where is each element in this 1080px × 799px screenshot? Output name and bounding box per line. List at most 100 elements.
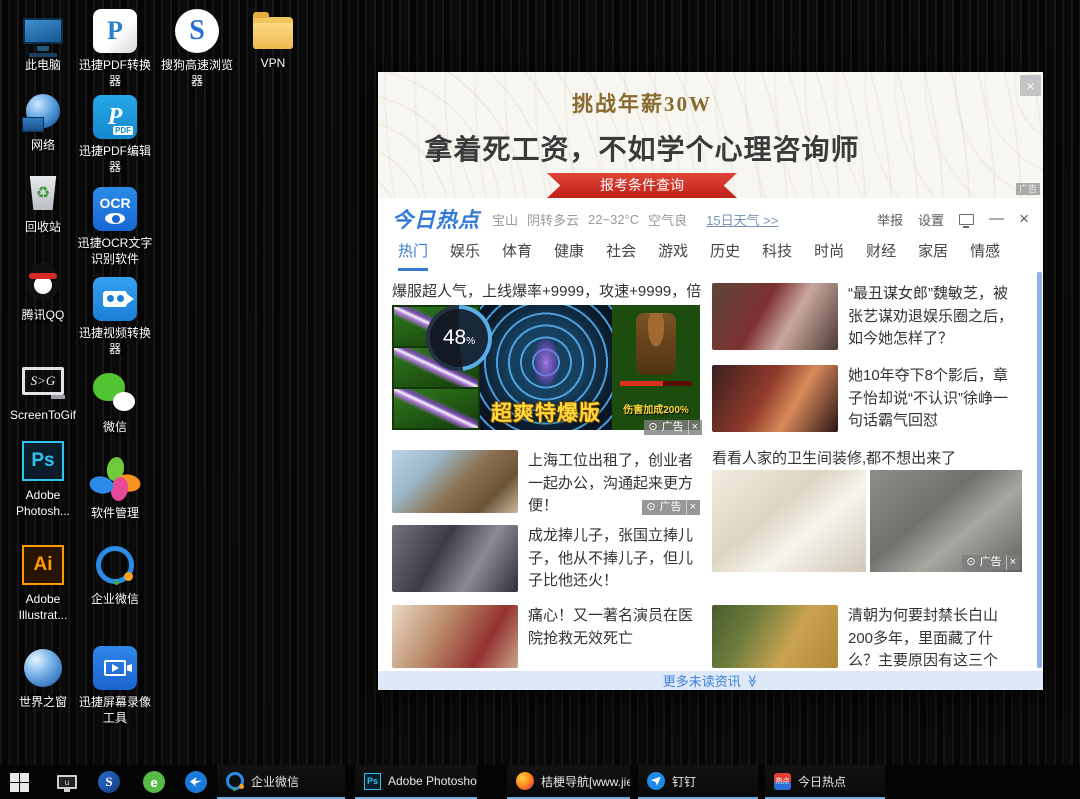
desktop-icon-video-converter[interactable]: 迅捷视频转换器 xyxy=(76,276,154,357)
network-icon xyxy=(20,88,66,134)
video-converter-icon xyxy=(92,276,138,322)
e-browser-icon: e xyxy=(143,771,165,793)
desktop-icon-screentogif[interactable]: S>G ScreenToGif xyxy=(0,358,86,424)
desktop-icon-wecom[interactable]: 企业微信 xyxy=(76,542,154,608)
tab-finance[interactable]: 财经 xyxy=(866,240,896,268)
desktop-icon-pdf-converter[interactable]: P 迅捷PDF转换器 xyxy=(76,8,154,89)
windows-logo-icon xyxy=(10,773,29,792)
chevron-down-icon: ≫ xyxy=(745,674,759,687)
task-button-dingtalk[interactable]: 钉钉 xyxy=(638,765,758,799)
ad-close-button[interactable]: × xyxy=(1020,75,1041,96)
firefox-icon xyxy=(516,772,534,790)
minimize-button[interactable]: — xyxy=(989,214,1004,224)
progress-unit: % xyxy=(466,336,475,347)
tab-tech[interactable]: 科技 xyxy=(762,240,792,268)
ad-dismiss-icon[interactable]: × xyxy=(1006,555,1016,570)
photoshop-icon: Ps xyxy=(364,773,381,790)
tab-health[interactable]: 健康 xyxy=(554,240,584,268)
desktop-icon-photoshop[interactable]: Ps Adobe Photosh... xyxy=(4,438,82,519)
news-item-wei-minzhi[interactable]: “最丑谋女郎”魏敏芝，被张艺谋劝退娱乐圈之后，如今她怎样了？ xyxy=(712,283,1022,351)
desktop-icon-network[interactable]: 网络 xyxy=(4,88,82,154)
game-ad-image[interactable]: 超爽特爆版 伤害加成200% 48% xyxy=(392,305,700,430)
desktop-icon-sogou-browser[interactable]: S 搜狗高速浏览器 xyxy=(158,8,236,89)
load-more-bar[interactable]: 更多未读资讯 ≫ xyxy=(378,671,1043,690)
desktop: 此电脑 网络 ♻ 回收站 腾讯QQ S>G ScreenToGif Ps Ado… xyxy=(0,0,1080,799)
news-title: 她10年夺下8个影后，章子怡却说“不认识”徐峥一句话霸气回怼 xyxy=(848,365,1022,433)
news-column-left: 爆服超人气，上线爆率+9999，攻速+9999，倍攻... 超爽特爆版 伤害加成… xyxy=(392,272,702,671)
icon-label: ScreenToGif xyxy=(10,408,76,424)
report-button[interactable]: 举报 xyxy=(877,210,903,229)
tab-emotion[interactable]: 情感 xyxy=(970,240,1000,268)
desktop-icon-software-manager[interactable]: 软件管理 xyxy=(76,456,154,522)
tab-entertainment[interactable]: 娱乐 xyxy=(450,240,480,268)
desktop-icon-recycle-bin[interactable]: ♻ 回收站 xyxy=(4,170,82,236)
desktop-icon-world-window[interactable]: 世界之窗 xyxy=(4,645,82,711)
tab-home[interactable]: 家居 xyxy=(918,240,948,268)
icon-label: 回收站 xyxy=(25,220,61,236)
sogou-browser-icon: S xyxy=(174,8,220,54)
icon-label: 此电脑 xyxy=(25,58,61,74)
news-title-bathroom[interactable]: 看看人家的卫生间装修,都不想出来了 xyxy=(712,447,1022,468)
taskbar-browser-e[interactable]: e xyxy=(140,765,168,799)
desktop-icon-this-pc[interactable]: 此电脑 xyxy=(4,8,82,74)
desktop-icon-wechat[interactable]: 微信 xyxy=(76,370,154,436)
taskbar-task-view[interactable]: u xyxy=(53,765,81,799)
category-tabs: 热门 娱乐 体育 健康 社会 游戏 历史 科技 时尚 财经 家居 情感 xyxy=(378,240,1043,272)
news-item-office[interactable]: 上海工位出租了，创业者一起办公，沟通起来更方便！ ⊙广告× xyxy=(392,450,702,518)
taskbar: u S e 企业微信 Ps Adobe Photosho... 桔梗导航[www… xyxy=(0,765,1080,799)
desktop-icon-pdf-editor[interactable]: PPDF 迅捷PDF编辑器 xyxy=(76,94,154,175)
news-item-actor-death[interactable]: 痛心！又一著名演员在医院抢救无效死亡 xyxy=(392,605,702,668)
ad-headline: 挑战年薪30W xyxy=(378,88,906,118)
tab-hot[interactable]: 热门 xyxy=(398,240,428,271)
ad-banner[interactable]: 挑战年薪30W 拿着死工资，不如学个心理咨询师 报考条件查询 × 广告 xyxy=(378,72,1043,198)
task-button-hotspot[interactable]: 热点 今日热点 xyxy=(765,765,885,799)
icon-label: 微信 xyxy=(103,420,127,436)
task-button-photoshop[interactable]: Ps Adobe Photosho... xyxy=(355,765,477,799)
tab-fashion[interactable]: 时尚 xyxy=(814,240,844,268)
game-ad-center: 超爽特爆版 xyxy=(480,305,612,430)
tab-society[interactable]: 社会 xyxy=(606,240,636,268)
scrollbar-thumb[interactable] xyxy=(1037,272,1042,668)
news-thumbnail-office xyxy=(392,450,518,513)
icon-label: 迅捷OCR文字识别软件 xyxy=(76,236,154,267)
ad-tag-bathroom: ⊙广告× xyxy=(962,555,1020,570)
tab-history[interactable]: 历史 xyxy=(710,240,740,268)
settings-button[interactable]: 设置 xyxy=(918,210,944,229)
ad-cta-button[interactable]: 报考条件查询 xyxy=(547,173,737,198)
desktop-icon-screen-recorder[interactable]: 迅捷屏幕录像工具 xyxy=(76,645,154,726)
ad-tag-office: ⊙广告× xyxy=(642,500,700,515)
news-column-right: “最丑谋女郎”魏敏芝，被张艺谋劝退娱乐圈之后，如今她怎样了？ 她10年夺下8个影… xyxy=(712,272,1022,671)
start-button[interactable] xyxy=(6,765,32,799)
desktop-icon-ocr[interactable]: OCR 迅捷OCR文字识别软件 xyxy=(76,186,154,267)
taskbar-sogou[interactable]: S xyxy=(95,765,123,799)
ad-dismiss-icon[interactable]: × xyxy=(688,420,698,435)
weather-forecast-link[interactable]: 15日天气 >> xyxy=(706,210,778,229)
window-close-button[interactable]: × xyxy=(1019,209,1029,229)
news-panel: 今日热点 宝山 阴转多云 22~32°C 空气良 15日天气 >> 举报 设置 … xyxy=(378,198,1043,690)
news-thumbnail-ginseng xyxy=(712,605,838,668)
tab-games[interactable]: 游戏 xyxy=(658,240,688,268)
news-item-jackie-chan[interactable]: 成龙捧儿子，张国立捧儿子，他从不捧儿子，但儿子比他还火！ xyxy=(392,525,702,593)
progress-value: 48 xyxy=(443,326,466,350)
news-title: 清朝为何要封禁长白山200多年，里面藏了什么？主要原因有这三个 xyxy=(848,605,1022,671)
news-title: “最丑谋女郎”魏敏芝，被张艺谋劝退娱乐圈之后，如今她怎样了？ xyxy=(848,283,1022,351)
desktop-icon-illustrator[interactable]: Ai Adobe Illustrat... xyxy=(4,542,82,623)
bathroom-image-2: ⊙广告× xyxy=(870,470,1022,572)
ad-dismiss-icon[interactable]: × xyxy=(686,500,696,515)
news-item-changbai-mountain[interactable]: 清朝为何要封禁长白山200多年，里面藏了什么？主要原因有这三个 xyxy=(712,605,1022,671)
news-title: 痛心！又一著名演员在医院抢救无效死亡 xyxy=(528,605,702,668)
bathroom-images[interactable]: ⊙广告× xyxy=(712,470,1022,572)
desktop-icon-vpn[interactable]: VPN xyxy=(234,6,312,72)
pdf-editor-icon: PPDF xyxy=(92,94,138,140)
news-item-xu-zheng[interactable]: 她10年夺下8个影后，章子怡却说“不认识”徐峥一句话霸气回怼 xyxy=(712,365,1022,433)
task-button-firefox[interactable]: 桔梗导航[www.jieg... xyxy=(507,765,630,799)
desktop-mode-icon[interactable] xyxy=(959,214,974,225)
desktop-icon-qq[interactable]: 腾讯QQ xyxy=(4,258,82,324)
taskbar-bird-app[interactable] xyxy=(182,765,210,799)
recycle-bin-icon: ♻ xyxy=(20,170,66,216)
game-ad-banner-text: 超爽特爆版 xyxy=(480,397,612,427)
news-title-game-ad[interactable]: 爆服超人气，上线爆率+9999，攻速+9999，倍攻... xyxy=(392,280,702,301)
news-item-text: 上海工位出租了，创业者一起办公，沟通起来更方便！ ⊙广告× xyxy=(528,450,700,518)
task-button-wecom[interactable]: 企业微信 xyxy=(217,765,345,799)
tab-sports[interactable]: 体育 xyxy=(502,240,532,268)
